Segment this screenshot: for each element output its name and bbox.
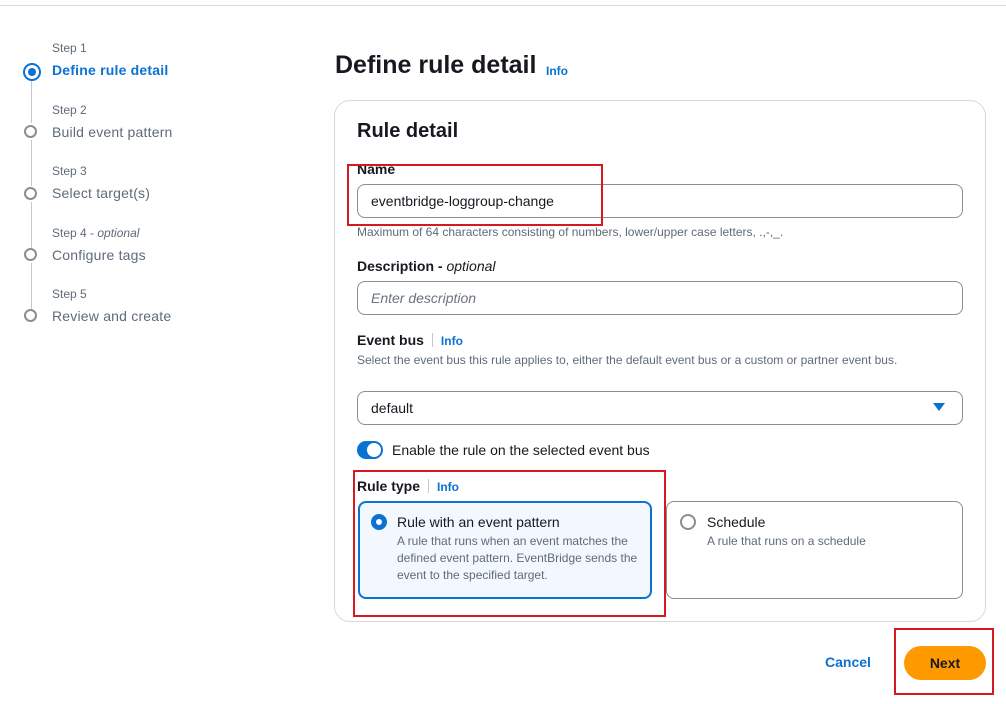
option-schedule-desc: A rule that runs on a schedule [707,534,866,548]
step-connector [31,80,32,123]
step-5-number: Step 5 [52,287,87,301]
enable-rule-label: Enable the rule on the selected event bu… [392,442,650,458]
description-label: Description - optional [357,258,496,274]
step-3-circle-icon [24,187,37,200]
step-1-number: Step 1 [52,41,87,55]
step-3-number: Step 3 [52,164,87,178]
event-bus-label: Event bus [357,332,424,348]
annotation-box-rule-type [353,470,666,617]
step-4-optional: optional [97,226,140,240]
step-2-number: Step 2 [52,103,87,117]
step-connector [31,263,32,309]
step-3-label: Select target(s) [52,185,151,201]
step-connector [31,202,32,248]
radio-unselected-icon[interactable] [680,514,696,530]
step-5-circle-icon [24,309,37,322]
step-2-circle-icon [24,125,37,138]
step-2-label: Build event pattern [52,124,173,140]
event-bus-hint: Select the event bus this rule applies t… [357,353,898,367]
next-button[interactable]: Next [904,646,986,680]
caret-down-icon[interactable] [933,403,945,411]
page-info-link[interactable]: Info [546,64,568,78]
card-title: Rule detail [357,120,459,142]
event-bus-label-row: Event bus Info [357,332,463,348]
step-connector [31,140,32,186]
step-4-label: Configure tags [52,247,146,263]
event-bus-select[interactable]: default [357,391,963,425]
event-bus-info-link[interactable]: Info [441,334,463,348]
label-separator [431,333,433,347]
page-title: Define rule detail [335,51,537,79]
wizard-steps: Step 1 Define rule detail Step 2 Build e… [0,0,300,704]
option-schedule-title: Schedule [707,514,766,530]
enable-rule-toggle[interactable] [357,441,383,459]
step-5-label: Review and create [52,308,172,324]
step-1-active-icon [23,63,41,81]
step-4-circle-icon [24,248,37,261]
step-4-text: Step 4 [52,226,87,240]
description-input[interactable]: Enter description [357,281,963,315]
step-4-number: Step 4 - optional [52,226,140,240]
cancel-button[interactable]: Cancel [825,654,871,670]
description-optional: optional [446,258,496,274]
step-1-label[interactable]: Define rule detail [52,62,168,78]
annotation-box-name [347,164,603,226]
description-label-text: Description [357,258,435,274]
